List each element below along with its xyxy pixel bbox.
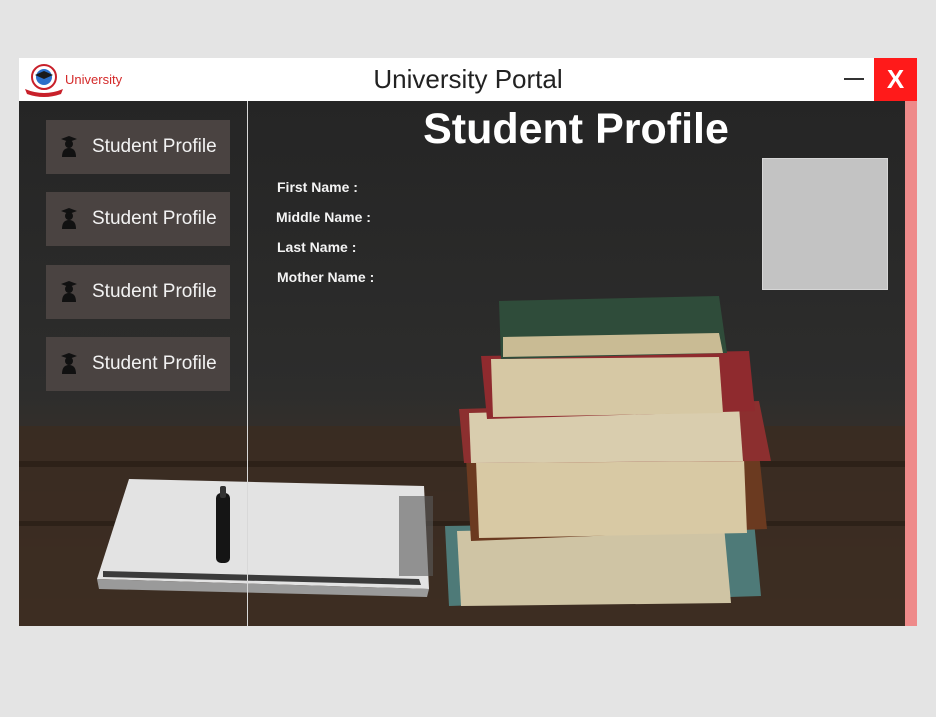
- sidebar-item-label: Student Profile: [92, 281, 217, 302]
- close-button[interactable]: X: [874, 58, 917, 101]
- minimize-button[interactable]: [841, 62, 869, 92]
- sidebar-item-label: Student Profile: [92, 208, 217, 229]
- sidebar-item-student-profile-4[interactable]: Student Profile: [46, 337, 230, 391]
- main-content: Student Profile Student Profile Student …: [19, 101, 905, 626]
- first-name-label: First Name :: [277, 179, 358, 195]
- title-bar: University University Portal X: [19, 58, 917, 101]
- sidebar-item-student-profile-3[interactable]: Student Profile: [46, 265, 230, 319]
- student-icon: [61, 353, 77, 374]
- student-icon: [61, 136, 77, 157]
- page-title: Student Profile: [423, 105, 729, 153]
- mother-name-label: Mother Name :: [277, 269, 375, 285]
- sidebar-item-student-profile-2[interactable]: Student Profile: [46, 192, 230, 246]
- middle-name-label: Middle Name :: [276, 209, 371, 225]
- student-icon: [61, 281, 77, 302]
- last-name-label: Last Name :: [277, 239, 357, 255]
- profile-photo-placeholder: [762, 158, 888, 290]
- app-title: University Portal: [373, 64, 563, 94]
- app-window: University University Portal X Student P…: [19, 58, 917, 626]
- sidebar-item-label: Student Profile: [92, 136, 217, 157]
- sidebar-item-label: Student Profile: [92, 353, 217, 374]
- accent-bar: [905, 101, 917, 626]
- sidebar: Student Profile Student Profile Student …: [19, 101, 248, 626]
- sidebar-item-student-profile-1[interactable]: Student Profile: [46, 120, 230, 174]
- student-icon: [61, 208, 77, 229]
